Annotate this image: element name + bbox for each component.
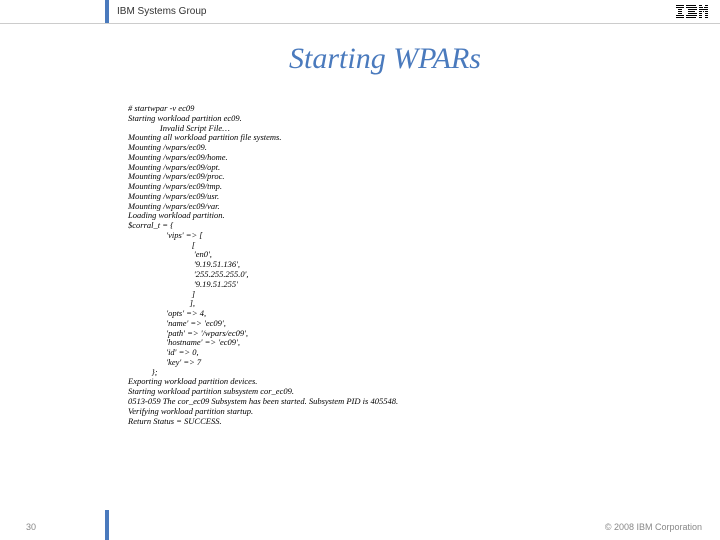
page-number: 30 [26, 522, 36, 532]
header-left: IBM Systems Group [0, 0, 206, 23]
terminal-output: # startwpar -v ec09 Starting workload pa… [128, 104, 720, 426]
slide-footer: 30 © 2008 IBM Corporation [0, 522, 720, 532]
copyright-text: © 2008 IBM Corporation [605, 522, 702, 532]
slide-header: IBM Systems Group [0, 0, 720, 24]
header-accent-bar [105, 0, 109, 23]
slide-title: Starting WPARs [50, 42, 720, 76]
header-group-title: IBM Systems Group [117, 6, 206, 17]
ibm-logo-icon [676, 5, 708, 18]
